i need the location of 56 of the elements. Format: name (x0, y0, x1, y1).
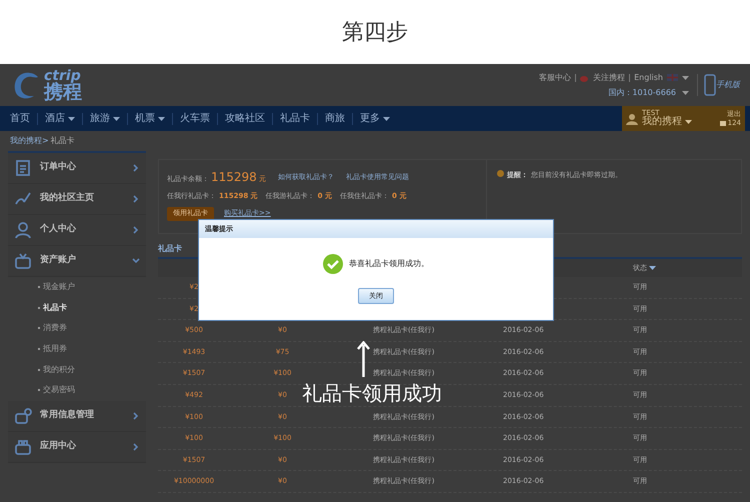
person-icon (626, 112, 638, 124)
caption: 礼品卡领用成功 (302, 383, 442, 403)
chevron-right-icon (132, 442, 140, 451)
caret-icon (68, 116, 75, 120)
nav-item[interactable]: 酒店 (45, 111, 75, 126)
sidebar-subitem[interactable]: 交易密码 (43, 384, 75, 396)
logo-wordmark: ctrip (44, 68, 81, 82)
check-icon (323, 254, 343, 274)
caret-icon (682, 76, 689, 80)
up-arrow-icon (357, 341, 370, 377)
gift-card-tab[interactable]: 礼品卡 (158, 243, 182, 257)
warning-icon (497, 170, 504, 177)
flag-icon (667, 74, 678, 81)
caret-icon (682, 90, 689, 94)
breadcrumb-link[interactable]: 我的携程> (10, 135, 49, 147)
nav-item[interactable]: 更多 (360, 111, 390, 126)
nav-item[interactable]: 机票 (135, 111, 165, 126)
mobile-app-badge[interactable]: 手机版 (697, 74, 740, 96)
chevron-right-icon (132, 195, 140, 203)
sidebar-subitem[interactable]: 抵用券 (43, 343, 67, 356)
clipboard-icon (14, 159, 32, 177)
nav-item[interactable]: 火车票 (180, 111, 210, 126)
caret-icon (685, 120, 692, 124)
chevron-down-icon (132, 257, 140, 265)
nav-item[interactable]: 攻略社区 (225, 111, 265, 126)
caret-icon (649, 266, 656, 270)
chevron-right-icon (132, 164, 140, 172)
step-title: 第四步 (342, 18, 408, 46)
apps-icon (14, 438, 32, 456)
tv-icon (14, 252, 32, 270)
breadcrumb-current: 礼品卡 (50, 135, 75, 147)
logo-name: 携程 (44, 82, 82, 102)
chevron-right-icon (132, 226, 140, 234)
sidebar-subitem[interactable]: 我的积分 (43, 364, 75, 376)
mail-icon (720, 120, 726, 126)
chevron-right-icon (132, 412, 140, 420)
dialog-message: 恭喜礼品卡领用成功。 (349, 258, 429, 270)
phone-icon (704, 74, 716, 96)
balance-value: 115298 (211, 169, 257, 186)
caret-icon (113, 116, 120, 120)
my-ctrip-menu[interactable]: 我的携程 (642, 117, 716, 127)
sidebar-item[interactable]: 应用中心 (8, 432, 146, 463)
caret-icon (158, 116, 165, 120)
person-icon (14, 221, 32, 239)
nav-item[interactable]: 旅游 (90, 111, 120, 126)
nav-item[interactable]: 礼品卡 (280, 111, 310, 126)
header-link[interactable]: English (634, 72, 663, 84)
sidebar-subitem[interactable]: 消费券 (43, 322, 67, 334)
header-link[interactable]: 客服中心 (539, 72, 572, 84)
hotline-text: 国内：1010-6666 (608, 86, 676, 98)
header-link[interactable]: 关注携程 (593, 72, 626, 84)
sidebar-subitem[interactable]: 现金账户 (43, 281, 75, 294)
caret-icon (383, 116, 390, 120)
sidebar-subitem[interactable]: 礼品卡 (43, 302, 67, 314)
nav-item[interactable]: 首页 (10, 111, 30, 126)
nav-item[interactable]: 商旅 (325, 111, 345, 126)
